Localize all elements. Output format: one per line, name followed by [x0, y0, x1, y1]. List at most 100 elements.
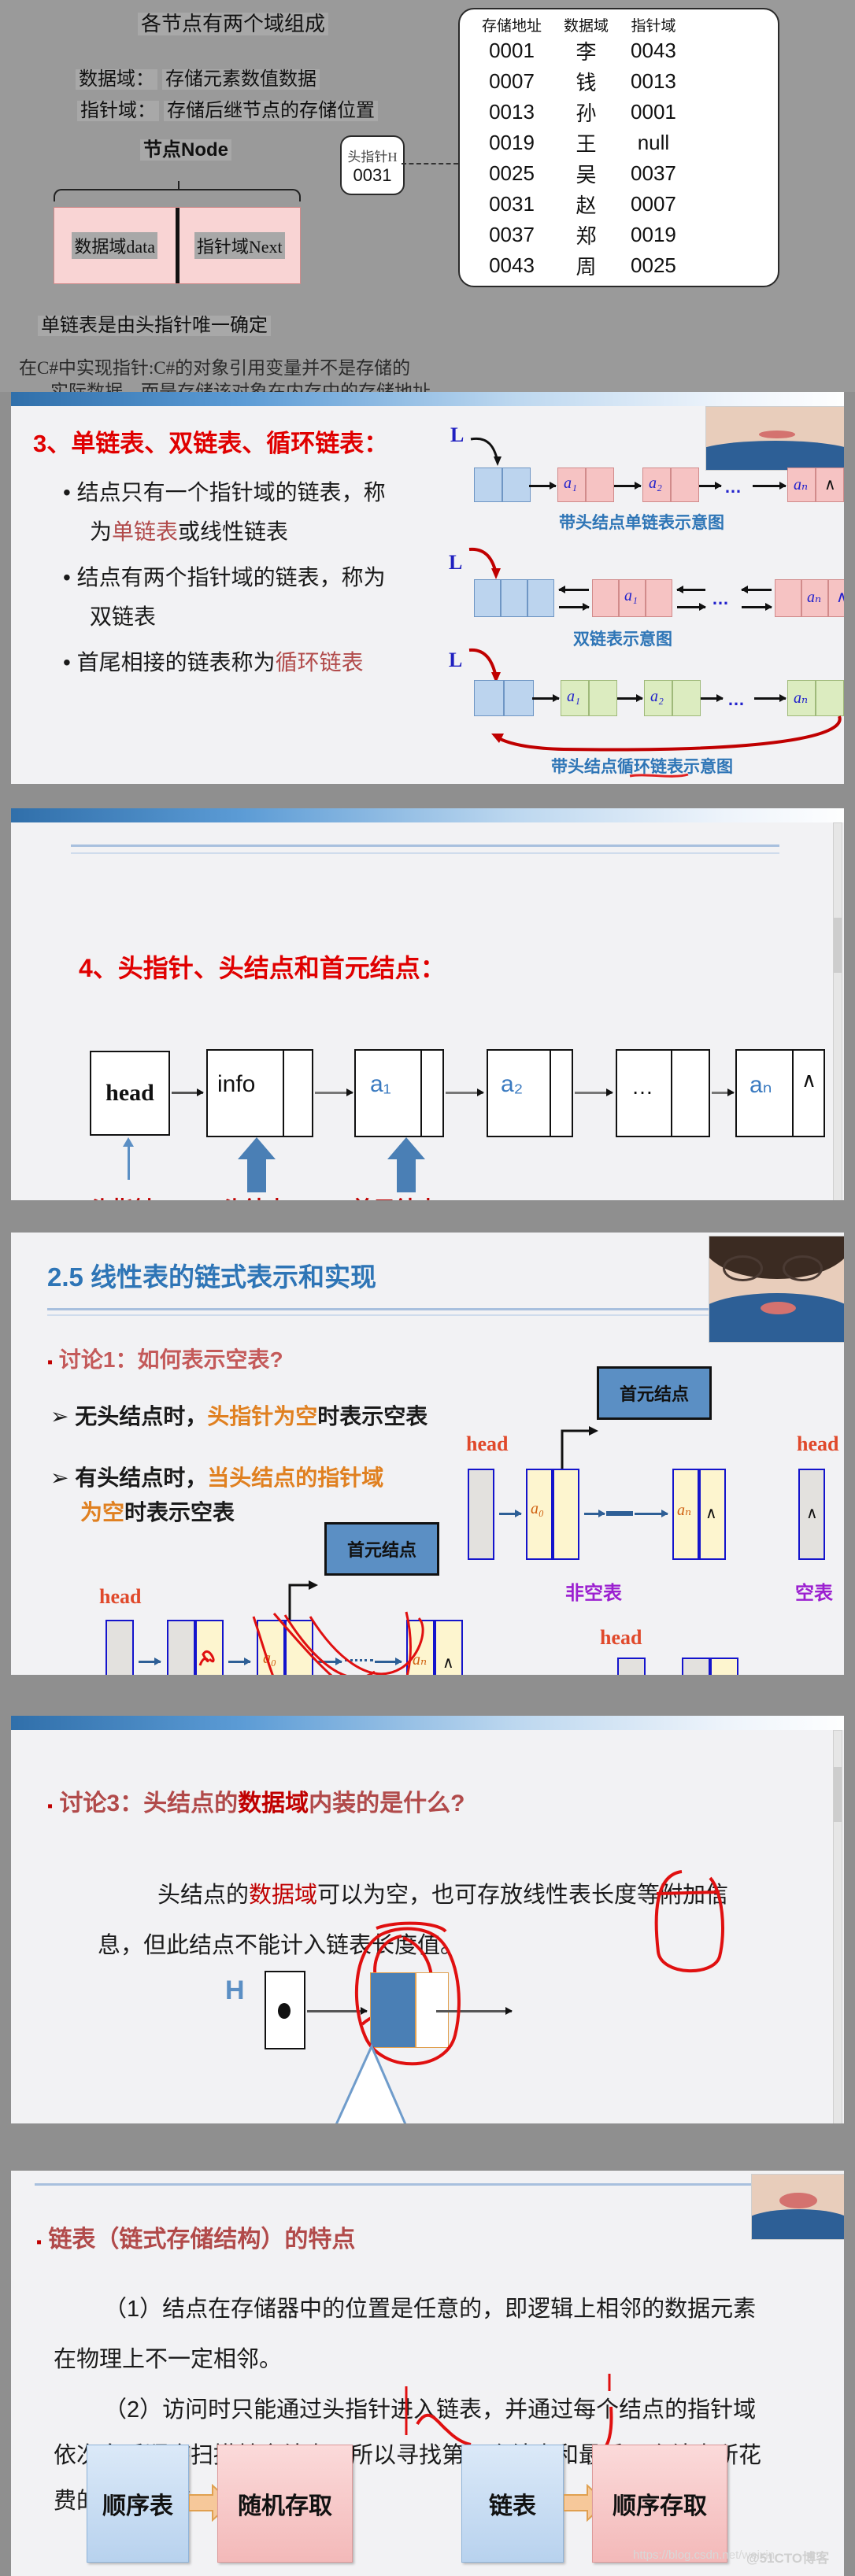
cell-pointer: 0019: [631, 223, 676, 246]
features-p1-line2: 在物理上不一定相邻。: [54, 2347, 283, 2372]
b1-head-ptr: [105, 1620, 134, 1675]
s4-arrow-3: [575, 1088, 613, 1096]
scrollbar-thumb-2[interactable]: [834, 1767, 842, 1822]
cell-address: 0013: [489, 100, 535, 124]
node-a1-label: a₁: [564, 475, 577, 492]
section4-heading: 4、头指针、头结点和首元结点：: [79, 954, 446, 982]
flow-from-linked-list: 链表: [461, 2445, 564, 2563]
features-slide: ▪ 链表（链式存储结构）的特点 （1）结点在存储器中的位置是任意的，即逻辑上相邻…: [11, 2171, 844, 2576]
t1-dotted: [606, 1511, 633, 1516]
section25-title: 2.5 线性表的链式表示和实现: [47, 1262, 377, 1292]
head-pointer-dash: [402, 163, 458, 164]
intro-title: 各节点有两个域组成: [138, 8, 329, 37]
pointer-label-L-1: L: [450, 423, 465, 446]
cnode-an-label: aₙ: [794, 689, 809, 707]
cnode-a1-label: a₁: [567, 688, 580, 705]
features-rule: [35, 2183, 814, 2186]
t1-node-an-label: aₙ: [677, 1502, 692, 1519]
scrollbar-track-2[interactable]: [833, 1730, 842, 2123]
node-a2-next: [671, 468, 699, 502]
diagram-caption-3: 带头结点循环链表示意图: [551, 758, 733, 776]
label-first-node: 首元结点: [351, 1192, 439, 1200]
dnode-a1-next: [646, 579, 672, 617]
title-rule-bottom: [71, 852, 779, 854]
back-arrow-2a: [558, 586, 589, 593]
cell-data: 吴: [576, 164, 597, 187]
head-pointer-label: 头指针H: [347, 149, 398, 164]
slide-separator-1: [0, 392, 855, 406]
s4-node-a1-label: a₁: [370, 1071, 391, 1097]
cell-pointer: 0001: [631, 100, 676, 124]
webcam-glasses-right: [782, 1255, 823, 1281]
b1-nil: ∧: [442, 1654, 454, 1672]
gap-3: [0, 1675, 855, 1716]
col-address: 存储地址: [482, 18, 542, 35]
node-next-half: 指针域Next: [180, 208, 301, 283]
cell-pointer: 0043: [631, 39, 676, 62]
clink-1: [532, 694, 560, 702]
s4-node-a1-divider: [420, 1049, 422, 1137]
curved-arrow-2: [468, 547, 501, 579]
screenshot-root: 各节点有两个域组成 数据域： 存储元素数值数据 指针域： 存储后继节点的存储位置…: [0, 0, 855, 2576]
s4-node-a1: [354, 1049, 444, 1137]
scrollbar-thumb-1[interactable]: [834, 918, 842, 973]
section3-bullet-3: • 首尾相接的链表称为循环链表: [63, 650, 364, 674]
pointer-label-L-2: L: [449, 551, 463, 574]
s4-node-a2: [487, 1049, 573, 1137]
t2-nil: ∧: [806, 1505, 818, 1522]
memory-table: 存储地址 数据域 指针域 0001 李 0043 0007 钱 0013 0013 孙 0001…: [458, 8, 779, 287]
node-data-half: 数据域data: [54, 208, 176, 283]
t1-nil: ∧: [705, 1505, 717, 1522]
scrollbar-track-1[interactable]: [833, 822, 842, 1200]
link-arrow-1c: [699, 482, 722, 490]
dhead-c1: [474, 579, 501, 617]
cell-address: 0007: [489, 69, 535, 93]
watermark-brand: @51CTO博客: [746, 2551, 830, 2566]
s4-node-an-label: aₙ: [750, 1072, 772, 1098]
memory-table-row: 0001 李 0043: [471, 35, 687, 66]
memory-table-body: 0001 李 0043 0007 钱 0013 0013 孙 0001 0019 王 null 0025…: [471, 35, 687, 281]
gap-2: [0, 1200, 855, 1233]
intro-slide: 各节点有两个域组成 数据域： 存储元素数值数据 指针域： 存储后继节点的存储位置…: [0, 0, 855, 401]
block-up-arrow-2: [387, 1137, 425, 1192]
node-a2-label: a₂: [649, 475, 662, 492]
nil-marker-2: ∧: [836, 589, 844, 606]
memory-table-row: 0013 孙 0001: [471, 97, 687, 128]
link-arrow-1b: [614, 482, 642, 490]
clink-2: [617, 694, 643, 702]
webcam-shirt-2: [709, 1293, 844, 1342]
cell-pointer: 0007: [631, 192, 676, 216]
b1-node-a0-next: [285, 1620, 313, 1675]
cell-address: 0025: [489, 161, 535, 185]
memory-table-row: 0031 赵 0007: [471, 189, 687, 220]
b1-arrow-3: [318, 1658, 342, 1665]
b2-head-ptr: [617, 1658, 646, 1675]
slide-separator-3: [0, 1716, 855, 1730]
s4-node-a2-divider: [550, 1049, 551, 1137]
nil-marker-1: ∧: [824, 476, 836, 493]
chead-c1: [474, 680, 504, 716]
memory-table-row: 0037 郑 0019: [471, 220, 687, 250]
features-heading: ▪ 链表（链式存储结构）的特点: [36, 2227, 356, 2253]
pointer-label-L-3: L: [449, 649, 463, 671]
t1-arrow-3: [635, 1510, 668, 1517]
csharp-note-line1: 在C#中实现指针:C#的对象引用变量并不是存储的: [19, 358, 411, 378]
memory-table-header-row: 存储地址 数据域 指针域: [471, 14, 687, 35]
head-label-top-2: head: [797, 1432, 839, 1455]
cnode-an-next: [816, 680, 844, 716]
head-label-bottom-1: head: [99, 1585, 142, 1608]
s25-rule-bottom: [47, 1314, 756, 1316]
diagram-caption-1: 带头结点单链表示意图: [559, 514, 724, 532]
curved-arrow-1: [470, 437, 502, 466]
cell-data: 周: [576, 256, 597, 279]
fwd-arrow-2c: [742, 603, 772, 611]
t1-node-a0-next: [553, 1469, 579, 1560]
gap-4: [0, 2123, 855, 2171]
dnode-an-prev: [775, 579, 801, 617]
b1-dotted: [345, 1659, 373, 1661]
discussion3-heading: ▪ 讨论3：头结点的数据域内装的是什么?: [47, 1791, 465, 1817]
slide-separator-2: [0, 808, 855, 822]
memory-table-row: 0007 钱 0013: [471, 66, 687, 97]
dhead-c3: [527, 579, 554, 617]
section25-slide: 2.5 线性表的链式表示和实现 ▪ 讨论1：如何表示空表? ➢ 无头结点时，头指…: [11, 1233, 844, 1675]
